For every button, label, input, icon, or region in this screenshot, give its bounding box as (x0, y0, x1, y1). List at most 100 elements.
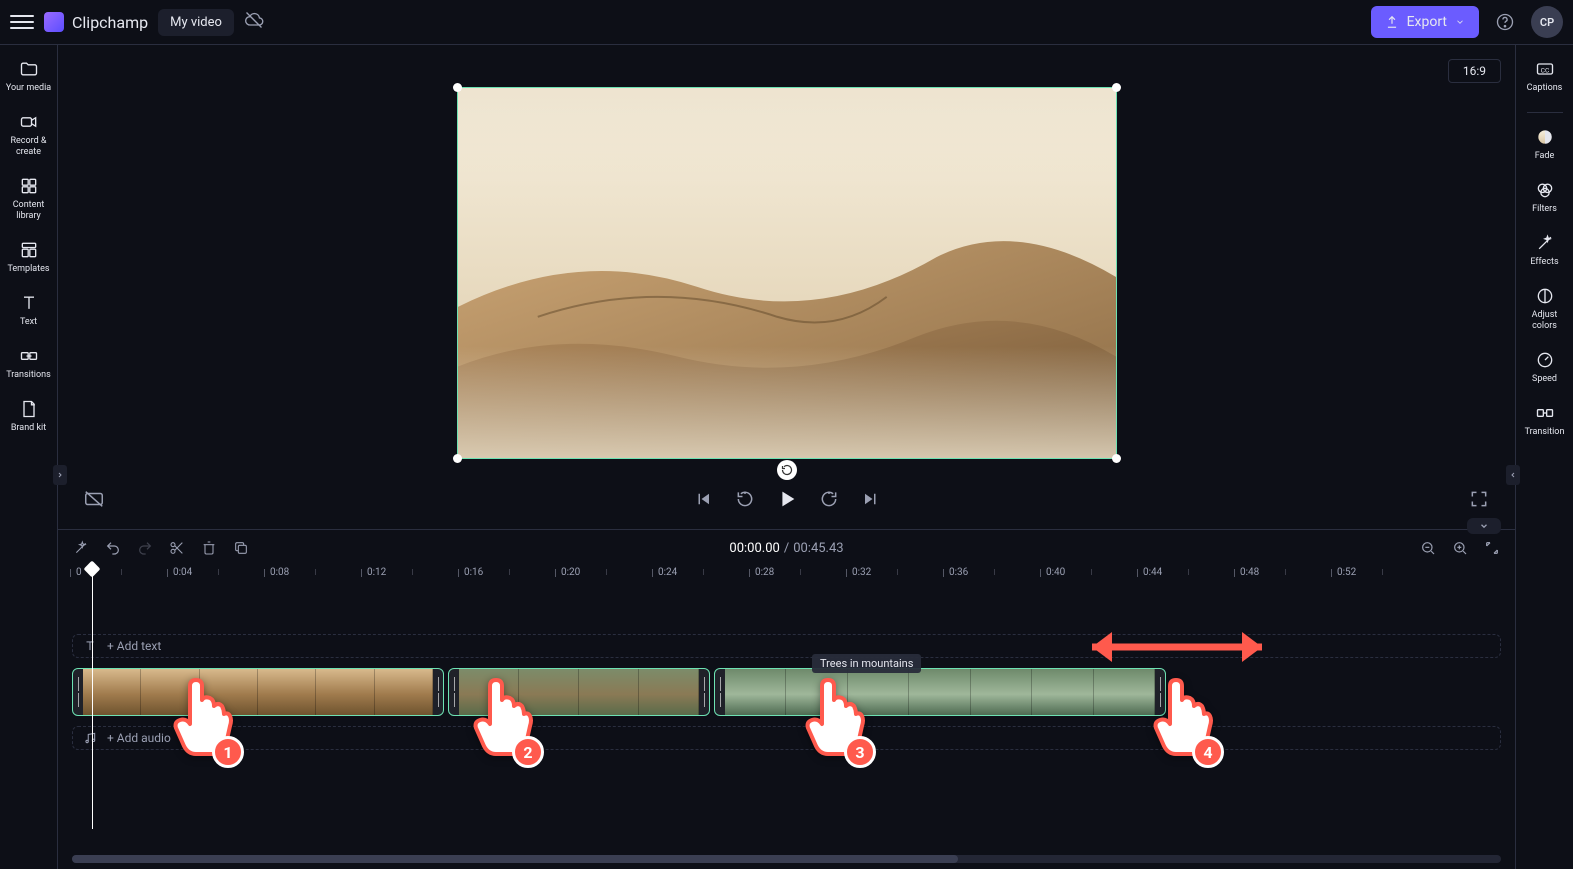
nav-filters[interactable]: Filters (1516, 174, 1573, 225)
resize-handle-tr[interactable] (1112, 83, 1121, 92)
project-title[interactable]: My video (158, 9, 234, 36)
ruler-tick: 0 (76, 567, 82, 578)
playhead[interactable] (86, 563, 98, 575)
nav-brand-kit[interactable]: Brand kit (0, 393, 58, 444)
top-bar: Clipchamp My video Export CP (0, 0, 1573, 45)
delete-button[interactable] (200, 539, 218, 557)
ruler-tick: 0:36 (949, 567, 968, 578)
resize-handle-br[interactable] (1112, 454, 1121, 463)
user-avatar[interactable]: CP (1531, 6, 1563, 38)
filters-icon (1535, 180, 1555, 200)
timeline-clip[interactable] (448, 668, 710, 716)
help-button[interactable] (1489, 6, 1521, 38)
aspect-ratio-button[interactable]: 16:9 (1448, 59, 1501, 83)
resize-handle-bl[interactable] (453, 454, 462, 463)
ruler-tick: 0:40 (1046, 567, 1065, 578)
ruler-tick: 0:16 (464, 567, 483, 578)
effects-icon (1535, 233, 1555, 253)
player-controls (58, 487, 1515, 511)
ruler-tick: 0:32 (852, 567, 871, 578)
nav-effects[interactable]: Effects (1516, 227, 1573, 278)
preview-frame-image (458, 88, 1116, 458)
clip-trim-right[interactable] (699, 669, 709, 715)
nav-adjust-colors[interactable]: Adjust colors (1516, 280, 1573, 342)
redo-button[interactable] (136, 539, 154, 557)
transitions-icon (19, 346, 39, 366)
clip-tooltip: Trees in mountains (812, 654, 921, 673)
clip-trim-left[interactable] (449, 669, 459, 715)
templates-icon (19, 240, 39, 260)
ruler-tick: 0:08 (270, 567, 289, 578)
nav-content-library[interactable]: Content library (0, 170, 58, 232)
ruler-tick: 0:20 (561, 567, 580, 578)
zoom-out-button[interactable] (1419, 539, 1437, 557)
fullscreen-button[interactable] (1467, 487, 1491, 511)
ruler-tick: 0:52 (1337, 567, 1356, 578)
text-track-placeholder[interactable]: + Add text (72, 634, 1501, 658)
chevron-down-icon (1455, 17, 1465, 27)
nav-text[interactable]: Text (0, 287, 58, 338)
text-icon (19, 293, 39, 313)
duplicate-button[interactable] (232, 539, 250, 557)
clip-trim-right[interactable] (433, 669, 443, 715)
timeline-clip[interactable] (714, 668, 1166, 716)
clip-trim-left[interactable] (715, 669, 725, 715)
video-canvas[interactable] (457, 87, 1117, 459)
export-button[interactable]: Export (1371, 6, 1479, 38)
fade-icon (1535, 127, 1555, 147)
clipchamp-logo-icon (44, 12, 64, 32)
cloud-sync-off-icon[interactable] (244, 10, 264, 35)
expand-right-panel[interactable] (1506, 465, 1520, 485)
step-forward-button[interactable] (817, 487, 841, 511)
nav-fade[interactable]: Fade (1516, 121, 1573, 172)
skip-back-button[interactable] (691, 487, 715, 511)
ruler[interactable]: 00:040:080:120:160:200:240:280:320:360:4… (72, 566, 1501, 586)
ruler-tick: 0:04 (173, 567, 192, 578)
ruler-tick: 0:48 (1240, 567, 1259, 578)
ruler-tick: 0:24 (658, 567, 677, 578)
timeline-clip[interactable] (72, 668, 444, 716)
play-button[interactable] (775, 487, 799, 511)
preview-area: 16:9 (58, 45, 1515, 529)
upload-icon (1385, 15, 1399, 29)
rotate-button[interactable] (777, 460, 797, 480)
clip-trim-left[interactable] (73, 669, 83, 715)
export-label: Export (1407, 14, 1447, 30)
right-sidebar: CC Captions Fade Filters Effects Adjust … (1515, 45, 1573, 869)
step-back-button[interactable] (733, 487, 757, 511)
nav-captions[interactable]: CC Captions (1516, 53, 1573, 104)
timeline-toolbar: 00:00.00/00:45.43 (58, 530, 1515, 566)
nav-templates[interactable]: Templates (0, 234, 58, 285)
nav-transitions[interactable]: Transitions (0, 340, 58, 391)
nav-your-media[interactable]: Your media (0, 53, 58, 104)
undo-button[interactable] (104, 539, 122, 557)
adjust-colors-icon (1535, 286, 1555, 306)
audio-track-placeholder[interactable]: + Add audio (72, 726, 1501, 750)
timeline: 00:00.00/00:45.43 00:040:080:120:160:200… (58, 529, 1515, 869)
nav-transition[interactable]: Transition (1516, 397, 1573, 448)
magic-tool[interactable] (72, 539, 90, 557)
camera-icon (19, 112, 39, 132)
captions-icon: CC (1535, 59, 1555, 79)
skip-forward-button[interactable] (859, 487, 883, 511)
playhead-time: 00:00.00/00:45.43 (729, 541, 843, 556)
toggle-safe-zone-button[interactable] (82, 487, 106, 511)
ruler-tick: 0:44 (1143, 567, 1162, 578)
resize-handle-tl[interactable] (453, 83, 462, 92)
app-logo[interactable]: Clipchamp (44, 12, 148, 32)
chevron-left-icon (1509, 471, 1517, 479)
split-button[interactable] (168, 539, 186, 557)
menu-button[interactable] (10, 10, 34, 34)
folder-icon (19, 59, 39, 79)
svg-text:CC: CC (1540, 66, 1549, 74)
library-icon (19, 176, 39, 196)
text-icon (83, 639, 97, 653)
nav-speed[interactable]: Speed (1516, 344, 1573, 395)
clip-trim-right[interactable] (1155, 669, 1165, 715)
nav-record-create[interactable]: Record & create (0, 106, 58, 168)
left-sidebar: Your media Record & create Content libra… (0, 45, 58, 869)
zoom-in-button[interactable] (1451, 539, 1469, 557)
tracks: Trees in mountains + Add text + Add audi… (72, 586, 1501, 869)
fit-button[interactable] (1483, 539, 1501, 557)
timeline-scrollbar[interactable] (72, 855, 1501, 863)
